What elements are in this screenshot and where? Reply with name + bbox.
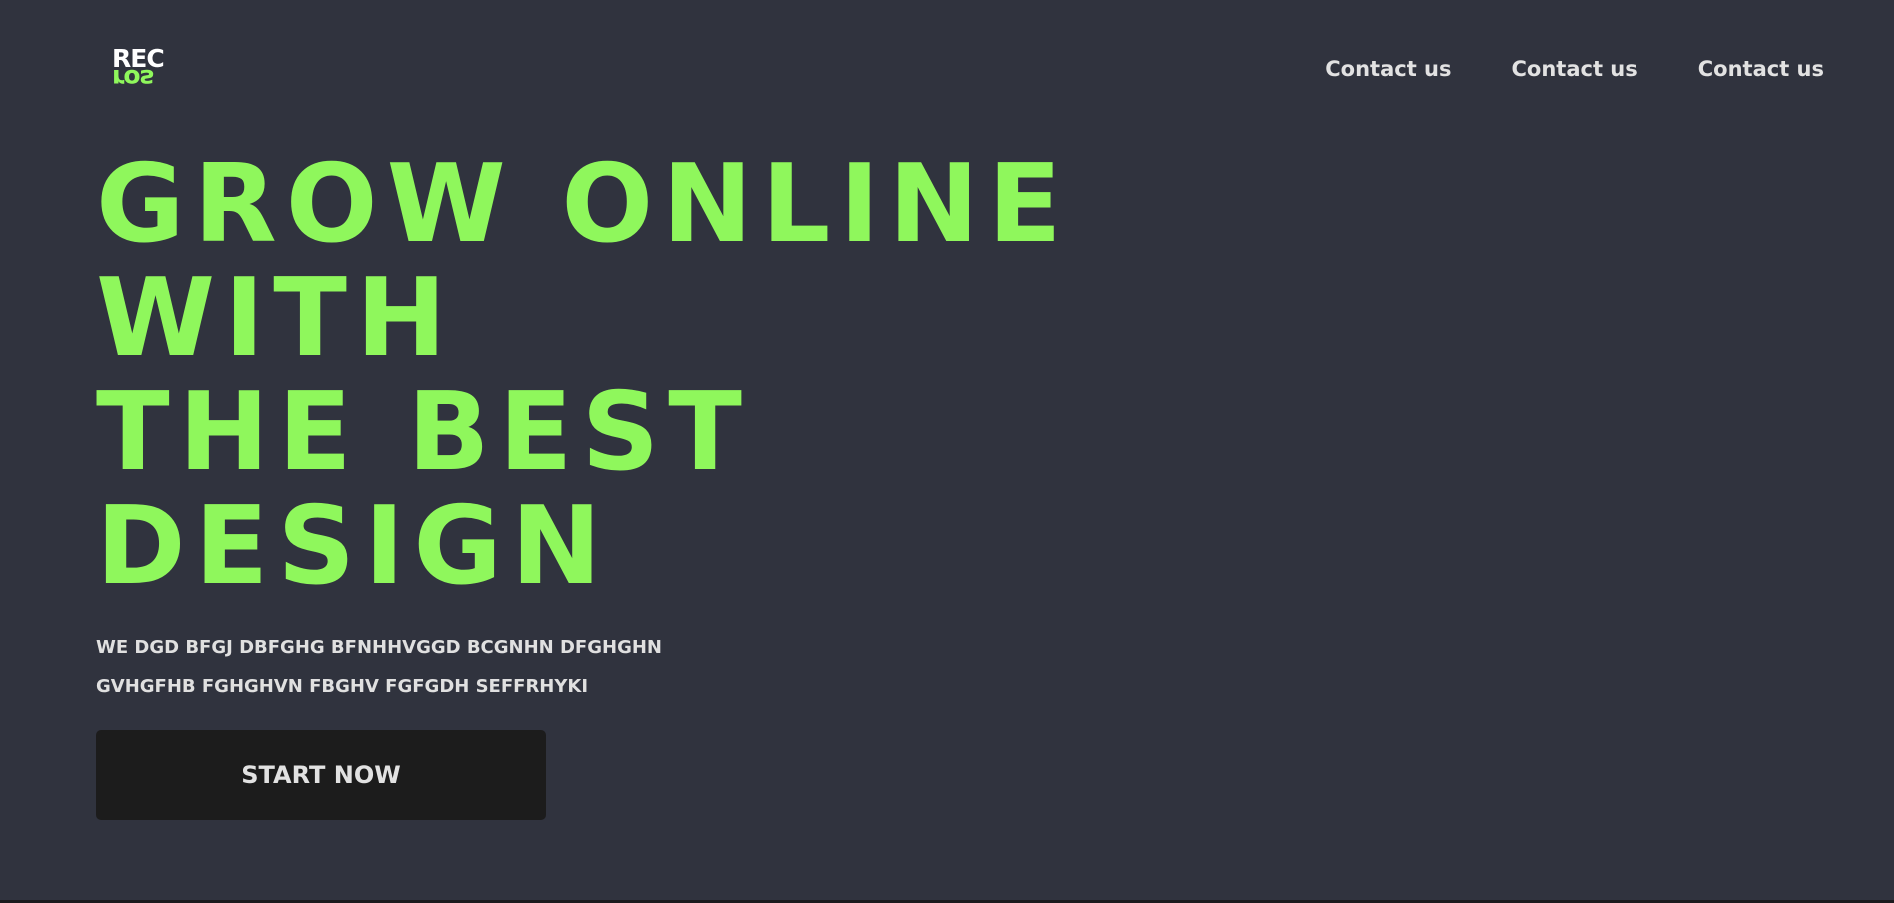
- nav-contact-us-2[interactable]: Contact us: [1512, 55, 1638, 83]
- brand-logo[interactable]: REC ros: [112, 46, 184, 93]
- nav-contact-us-3[interactable]: Contact us: [1698, 55, 1824, 83]
- hero-title-line-1: GROW ONLINE: [96, 142, 1071, 267]
- top-navigation: Contact us Contact us Contact us: [1325, 55, 1824, 83]
- hero-title-line-4: DESIGN: [96, 484, 611, 609]
- hero-subtitle-line-1: WE DGD BFGJ DBFGHG BFNHHVGGD BCGNHN DFGH…: [96, 637, 662, 658]
- hero-subtitle: WE DGD BFGJ DBFGHG BFNHHVGGD BCGNHN DFGH…: [96, 628, 662, 706]
- hero-title: GROW ONLINE WITH THE BEST DESIGN: [96, 148, 1071, 604]
- hero-subtitle-line-2: GVHGFHB FGHGHVN FBGHV FGFGDH SEFFRHYKI: [96, 676, 589, 697]
- nav-contact-us-1[interactable]: Contact us: [1325, 55, 1451, 83]
- start-now-button[interactable]: START NOW: [96, 730, 546, 820]
- hero-title-line-2: WITH: [96, 256, 456, 381]
- logo-bottom-text: ros: [112, 64, 154, 93]
- landing-page: REC ros Contact us Contact us Contact us…: [0, 0, 1894, 900]
- hero-title-line-3: THE BEST: [96, 370, 751, 495]
